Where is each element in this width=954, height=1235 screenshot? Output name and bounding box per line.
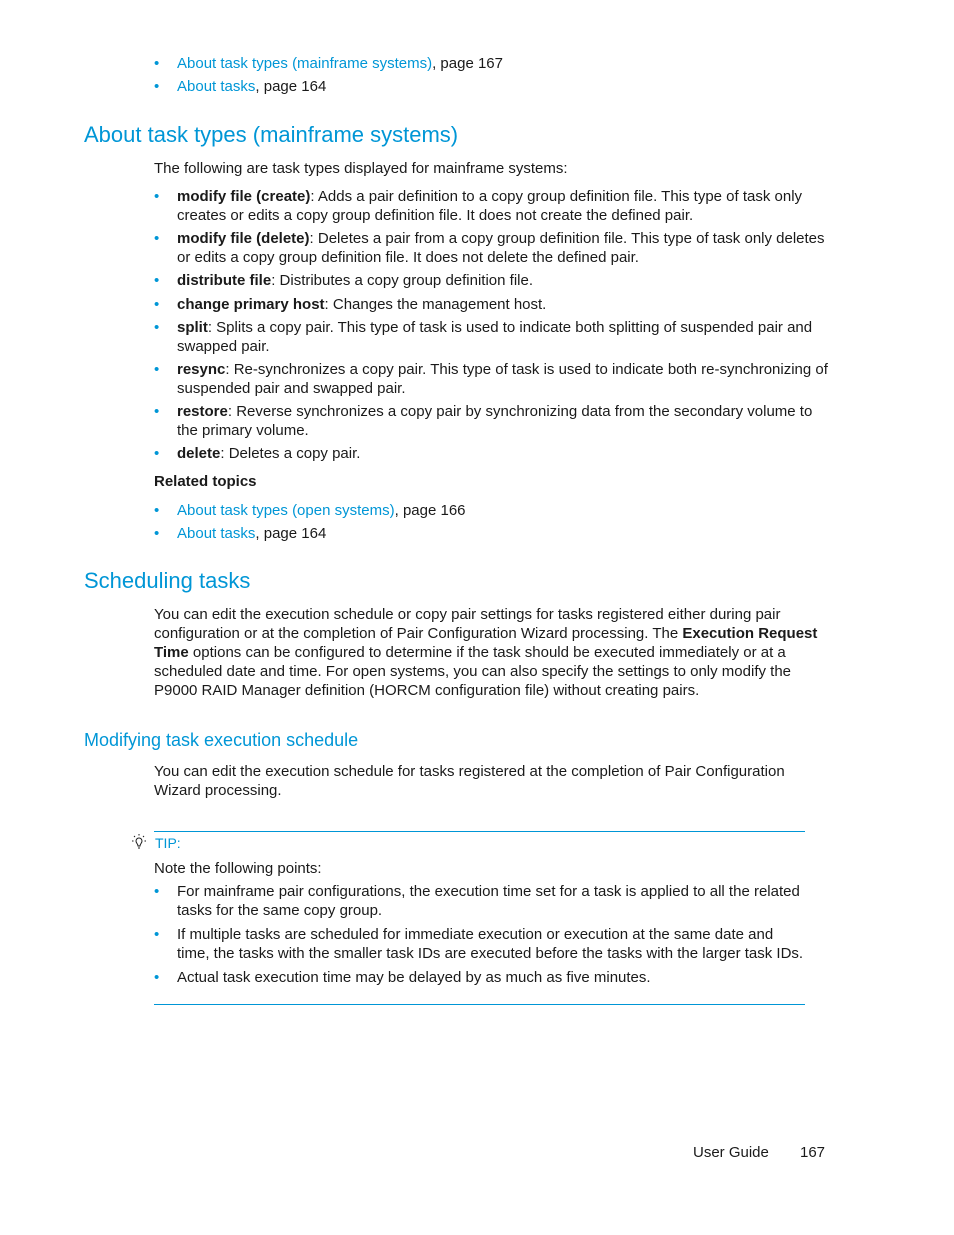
subsection-title-modifying-schedule: Modifying task execution schedule [84,730,359,750]
term: change primary host [177,296,325,313]
term: modify file (delete) [177,230,310,247]
tip-bottom-rule [154,1004,805,1005]
description: : Re-synchronizes a copy pair. This type… [177,361,828,397]
list-item: restore: Reverse synchronizes a copy pai… [154,402,834,440]
tip-intro: Note the following points: [154,860,322,877]
footer-guide-title: User Guide [693,1144,769,1161]
scheduling-paragraph: You can edit the execution schedule or c… [154,605,834,700]
page-ref: , page 164 [255,78,327,95]
term: delete [177,445,221,462]
list-item: modify file (create): Adds a pair defini… [154,187,834,225]
list-item: distribute file: Distributes a copy grou… [154,271,834,290]
section-title-task-types-mainframe: About task types (mainframe systems) [84,122,459,147]
term: restore [177,403,228,420]
list-item: If multiple tasks are scheduled for imme… [154,925,804,963]
tip-label: TIP: [155,835,181,851]
list-item: change primary host: Changes the managem… [154,295,834,314]
list-item: split: Splits a copy pair. This type of … [154,318,834,356]
list-item: About tasks, page 164 [154,524,834,543]
description: : Changes the management host. [324,296,547,313]
text: options can be configured to determine i… [154,644,792,699]
top-related-links: About task types (mainframe systems), pa… [154,54,834,96]
related-topics-heading: Related topics [154,473,257,490]
list-item: About task types (open systems), page 16… [154,501,834,520]
task-types-list: modify file (create): Adds a pair defini… [154,187,834,463]
list-item: resync: Re-synchronizes a copy pair. Thi… [154,360,834,398]
description: : Reverse synchronizes a copy pair by sy… [177,403,813,439]
term: split [177,319,208,336]
list-item: delete: Deletes a copy pair. [154,444,834,463]
term: modify file (create) [177,188,311,205]
link-about-task-types-mainframe[interactable]: About task types (mainframe systems) [177,55,432,72]
term: resync [177,361,226,378]
section-intro: The following are task types displayed f… [154,160,568,177]
list-item: About tasks, page 164 [154,77,834,96]
page-ref: , page 166 [394,502,466,519]
term: distribute file [177,272,272,289]
list-item: For mainframe pair configurations, the e… [154,882,804,920]
page-ref: , page 167 [432,55,503,72]
description: : Deletes a copy pair. [220,445,361,462]
modifying-paragraph: You can edit the execution schedule for … [154,763,785,799]
link-about-tasks[interactable]: About tasks [177,78,255,95]
list-item: About task types (mainframe systems), pa… [154,54,834,73]
link-about-tasks[interactable]: About tasks [177,525,255,542]
tip-top-rule [154,831,805,832]
description: : Splits a copy pair. This type of task … [177,319,813,355]
tip-list: For mainframe pair configurations, the e… [154,882,804,987]
related-topics-list: About task types (open systems), page 16… [154,501,834,543]
list-item: modify file (delete): Deletes a pair fro… [154,229,834,267]
page-ref: , page 164 [255,525,327,542]
description: : Distributes a copy group definition fi… [271,272,533,289]
lightbulb-icon [130,833,148,851]
link-about-task-types-open[interactable]: About task types (open systems) [177,502,395,519]
list-item: Actual task execution time may be delaye… [154,968,804,987]
page-number: 167 [800,1144,826,1161]
section-title-scheduling-tasks: Scheduling tasks [84,568,251,593]
